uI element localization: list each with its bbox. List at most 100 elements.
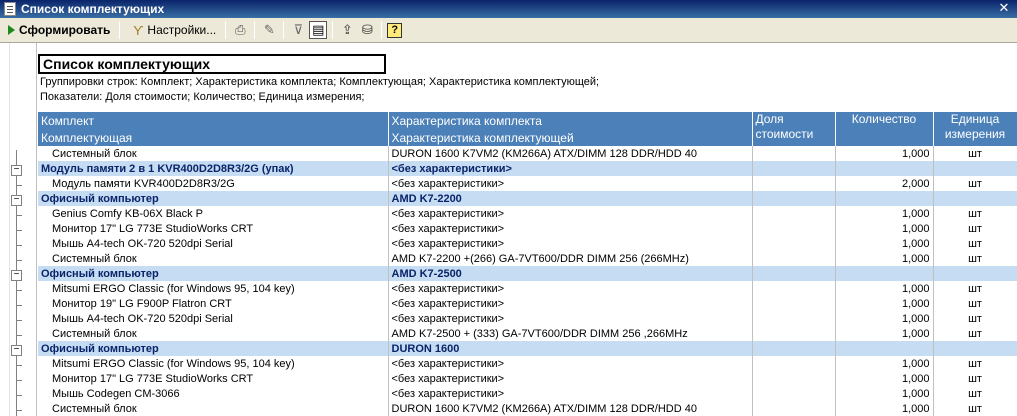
cost-share-cell[interactable]: [752, 146, 836, 161]
table-row[interactable]: Мышь A4-tech OK-720 520dpi Serial <без ха…: [38, 236, 1017, 251]
component-cell[interactable]: Mitsumi ERGO Classic (for Windows 95, 10…: [38, 356, 389, 371]
cost-share-cell[interactable]: [752, 311, 836, 326]
table-row[interactable]: Мышь A4-tech OK-720 520dpi Serial <без ха…: [38, 311, 1017, 326]
component-cell[interactable]: Genius Comfy KB-06X Black P: [38, 206, 389, 221]
quantity-cell[interactable]: [835, 266, 934, 281]
characteristic-cell[interactable]: <без характеристики>: [388, 206, 753, 221]
col-header-comp-char[interactable]: Характеристика комплектующей: [388, 129, 753, 146]
quantity-cell[interactable]: 1,000: [835, 326, 934, 341]
col-header-quantity[interactable]: Количество: [835, 112, 934, 146]
table-row[interactable]: Genius Comfy KB-06X Black P <без характер…: [38, 206, 1017, 221]
print-icon[interactable]: ⎙: [231, 21, 249, 39]
quantity-cell[interactable]: 1,000: [835, 401, 934, 416]
unit-cell[interactable]: шт: [933, 206, 1017, 221]
cost-share-cell[interactable]: [752, 356, 836, 371]
col-header-cost-share[interactable]: Доля стоимости: [752, 112, 836, 146]
close-icon[interactable]: ✕: [997, 1, 1011, 15]
quantity-cell[interactable]: 1,000: [835, 281, 934, 296]
component-cell[interactable]: Системный блок: [38, 326, 389, 341]
unit-cell[interactable]: [933, 266, 1017, 281]
cost-share-cell[interactable]: [752, 236, 836, 251]
table-row[interactable]: Монитор 17" LG 773E StudioWorks CRT <без …: [38, 221, 1017, 236]
unit-cell[interactable]: шт: [933, 146, 1017, 161]
cost-share-cell[interactable]: [752, 251, 836, 266]
cost-share-cell[interactable]: [752, 281, 836, 296]
table-row[interactable]: Монитор 19" LG F900P Flatron CRT <без хар…: [38, 296, 1017, 311]
generate-button[interactable]: Сформировать: [4, 20, 114, 40]
col-header-component[interactable]: Комплектующая: [38, 129, 389, 146]
export-icon[interactable]: ⇪: [338, 21, 356, 39]
table-row[interactable]: Системный блок DURON 1600 K7VM2 (KM266A) …: [38, 146, 1017, 161]
cost-share-cell[interactable]: [752, 296, 836, 311]
group-row[interactable]: Офисный компьютер DURON 1600: [38, 341, 1017, 356]
cost-share-cell[interactable]: [752, 191, 836, 206]
unit-cell[interactable]: шт: [933, 281, 1017, 296]
unit-cell[interactable]: шт: [933, 371, 1017, 386]
unit-cell[interactable]: шт: [933, 236, 1017, 251]
table-row[interactable]: Системный блок AMD K7-2200 +(266) GA-7VT6…: [38, 251, 1017, 266]
cost-share-cell[interactable]: [752, 401, 836, 416]
characteristic-cell[interactable]: DURON 1600 K7VM2 (KM266A) ATX/DIMM 128 D…: [388, 401, 753, 416]
unit-cell[interactable]: [933, 191, 1017, 206]
unit-cell[interactable]: шт: [933, 311, 1017, 326]
component-cell[interactable]: Системный блок: [38, 401, 389, 416]
settings-button[interactable]: ϒ Настройки...: [125, 20, 220, 40]
cost-share-cell[interactable]: [752, 206, 836, 221]
component-cell[interactable]: Системный блок: [38, 146, 389, 161]
characteristic-cell[interactable]: AMD K7-2200: [388, 191, 753, 206]
group-row[interactable]: Модуль памяти 2 в 1 KVR400D2D8R3/2G (упа…: [38, 161, 1017, 176]
unit-cell[interactable]: шт: [933, 176, 1017, 191]
col-header-kit[interactable]: Комплект: [38, 112, 389, 129]
characteristic-cell[interactable]: <без характеристики>: [388, 371, 753, 386]
table-row[interactable]: Mitsumi ERGO Classic (for Windows 95, 10…: [38, 356, 1017, 371]
quantity-cell[interactable]: [835, 161, 934, 176]
unit-cell[interactable]: шт: [933, 386, 1017, 401]
cost-share-cell[interactable]: [752, 221, 836, 236]
component-cell[interactable]: Монитор 17" LG 773E StudioWorks CRT: [38, 221, 389, 236]
filter-icon[interactable]: ⊽: [289, 21, 307, 39]
table-row[interactable]: Модуль памяти KVR400D2D8R3/2G <без характ…: [38, 176, 1017, 191]
component-cell[interactable]: Мышь Codegen CM-3066: [38, 386, 389, 401]
collapse-icon[interactable]: −: [11, 165, 22, 176]
table-row[interactable]: Системный блок DURON 1600 K7VM2 (KM266A) …: [38, 401, 1017, 416]
cost-share-cell[interactable]: [752, 161, 836, 176]
quantity-cell[interactable]: 1,000: [835, 206, 934, 221]
quantity-cell[interactable]: [835, 191, 934, 206]
edit-icon[interactable]: ✎: [260, 21, 278, 39]
unit-cell[interactable]: шт: [933, 296, 1017, 311]
table-icon[interactable]: ▤: [309, 21, 328, 39]
quantity-cell[interactable]: 1,000: [835, 296, 934, 311]
quantity-cell[interactable]: 1,000: [835, 251, 934, 266]
cost-share-cell[interactable]: [752, 176, 836, 191]
quantity-cell[interactable]: 1,000: [835, 386, 934, 401]
cost-share-cell[interactable]: [752, 371, 836, 386]
unit-cell[interactable]: шт: [933, 251, 1017, 266]
save-icon[interactable]: ⛁: [358, 21, 376, 39]
characteristic-cell[interactable]: <без характеристики>: [388, 311, 753, 326]
kit-cell[interactable]: Офисный компьютер: [38, 341, 389, 356]
characteristic-cell[interactable]: <без характеристики>: [388, 296, 753, 311]
component-cell[interactable]: Модуль памяти KVR400D2D8R3/2G: [38, 176, 389, 191]
characteristic-cell[interactable]: DURON 1600 K7VM2 (KM266A) ATX/DIMM 128 D…: [388, 146, 753, 161]
component-cell[interactable]: Mitsumi ERGO Classic (for Windows 95, 10…: [38, 281, 389, 296]
kit-cell[interactable]: Офисный компьютер: [38, 191, 389, 206]
cost-share-cell[interactable]: [752, 266, 836, 281]
col-header-unit[interactable]: Единица измерения: [933, 112, 1017, 146]
collapse-icon[interactable]: −: [11, 345, 22, 356]
characteristic-cell[interactable]: AMD K7-2500: [388, 266, 753, 281]
collapse-icon[interactable]: −: [11, 270, 22, 281]
group-row[interactable]: Офисный компьютер AMD K7-2200: [38, 191, 1017, 206]
characteristic-cell[interactable]: AMD K7-2200 +(266) GA-7VT600/DDR DIMM 25…: [388, 251, 753, 266]
unit-cell[interactable]: [933, 161, 1017, 176]
kit-cell[interactable]: Модуль памяти 2 в 1 KVR400D2D8R3/2G (упа…: [38, 161, 389, 176]
cost-share-cell[interactable]: [752, 326, 836, 341]
cost-share-cell[interactable]: [752, 341, 836, 356]
table-row[interactable]: Системный блок AMD K7-2500 + (333) GA-7VT…: [38, 326, 1017, 341]
characteristic-cell[interactable]: DURON 1600: [388, 341, 753, 356]
kit-cell[interactable]: Офисный компьютер: [38, 266, 389, 281]
characteristic-cell[interactable]: <без характеристики>: [388, 236, 753, 251]
quantity-cell[interactable]: 1,000: [835, 371, 934, 386]
quantity-cell[interactable]: 1,000: [835, 146, 934, 161]
table-row[interactable]: Мышь Codegen CM-3066 <без характеристики>…: [38, 386, 1017, 401]
characteristic-cell[interactable]: <без характеристики>: [388, 386, 753, 401]
